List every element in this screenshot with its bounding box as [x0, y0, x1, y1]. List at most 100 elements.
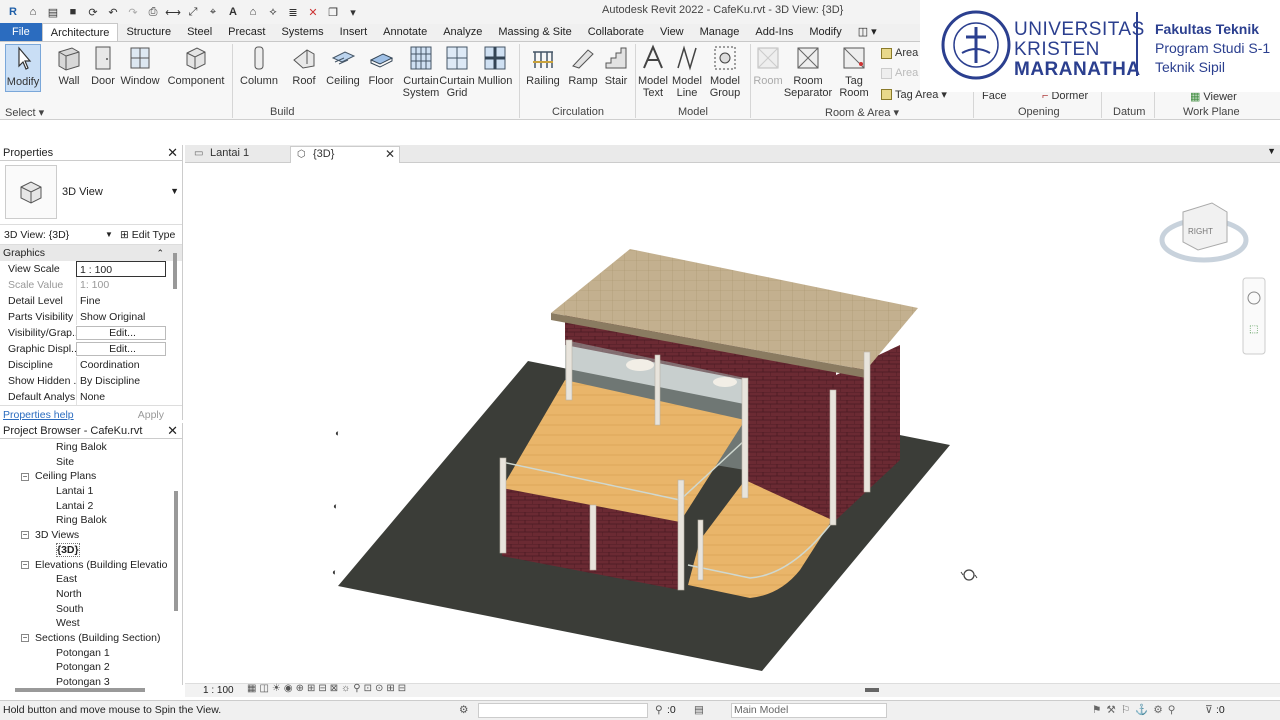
- tag-icon[interactable]: ⌖: [204, 4, 222, 20]
- tab-steel[interactable]: Steel: [179, 23, 220, 41]
- viewcube[interactable]: RIGHT: [1159, 202, 1249, 263]
- collapse-icon[interactable]: −: [21, 531, 29, 540]
- curtain-grid-tool-button[interactable]: Curtain Grid: [439, 44, 475, 99]
- stair-tool-button[interactable]: Stair: [603, 44, 629, 87]
- dimension-icon[interactable]: ⤢: [184, 4, 202, 20]
- collapse-icon[interactable]: −: [21, 634, 29, 643]
- tab-lantai-1[interactable]: ▭ Lantai 1: [188, 146, 288, 163]
- property-value[interactable]: Edit...: [76, 342, 166, 356]
- roof-tool-button[interactable]: Roof: [290, 44, 318, 87]
- workset-dropdown[interactable]: [478, 703, 648, 718]
- tab-view[interactable]: View: [652, 23, 692, 41]
- section-icon[interactable]: ⟡: [264, 4, 282, 20]
- ribbon-options-icon[interactable]: ◫ ▾: [850, 23, 885, 41]
- model-line-tool-button[interactable]: Model Line: [671, 44, 703, 99]
- railing-tool-button[interactable]: Railing: [526, 44, 560, 87]
- tab-add-ins[interactable]: Add-Ins: [747, 23, 801, 41]
- sync-icon[interactable]: ⟳: [84, 4, 102, 20]
- modify-tool-button[interactable]: Modify: [5, 44, 41, 92]
- tag-room-tool-button[interactable]: Tag Room: [839, 44, 869, 99]
- tab-massing-site[interactable]: Massing & Site: [490, 23, 579, 41]
- navigation-bar[interactable]: ⬚: [1242, 277, 1266, 355]
- property-value[interactable]: By Discipline: [76, 373, 166, 389]
- design-option-dropdown[interactable]: Main Model: [731, 703, 887, 718]
- browser-item[interactable]: North: [0, 587, 182, 602]
- property-value[interactable]: Coordination: [76, 357, 166, 373]
- home-icon[interactable]: ⌂: [24, 4, 42, 20]
- apply-button[interactable]: Apply: [138, 406, 164, 424]
- tab-collaborate[interactable]: Collaborate: [580, 23, 652, 41]
- wall-tool-button[interactable]: Wall: [56, 44, 82, 87]
- area-tool-button[interactable]: Area: [881, 47, 918, 59]
- area-boundary-tool-button[interactable]: Area: [881, 67, 918, 79]
- view-control-icons[interactable]: ▦◫☀◉⊕⊞⊟⊠☼⚲⊡⊙⊞⊟: [247, 683, 409, 694]
- browser-item[interactable]: West: [0, 616, 182, 631]
- tab-analyze[interactable]: Analyze: [435, 23, 490, 41]
- browser-item[interactable]: Ring Balok: [0, 440, 182, 455]
- tab-structure[interactable]: Structure: [118, 23, 179, 41]
- browser-item[interactable]: Site: [0, 455, 182, 470]
- browser-item[interactable]: − Sections (Building Section): [0, 631, 182, 646]
- room-area-group-label[interactable]: Room & Area ▾: [825, 106, 899, 119]
- horizontal-scrollbar[interactable]: [865, 688, 879, 692]
- filter-icon[interactable]: ⊽: [1205, 701, 1213, 720]
- selection-filter-icons[interactable]: ⚑⚒⚐⚓⚙⚲: [1092, 701, 1180, 720]
- browser-item[interactable]: −3D Views: [0, 528, 182, 543]
- browser-item[interactable]: East: [0, 572, 182, 587]
- collapse-icon[interactable]: −: [21, 472, 29, 481]
- model-text-tool-button[interactable]: Model Text: [637, 44, 669, 99]
- text-icon[interactable]: A: [224, 4, 242, 20]
- mullion-tool-button[interactable]: Mullion: [477, 44, 513, 87]
- browser-scrollbar[interactable]: [174, 491, 178, 611]
- window-tool-button[interactable]: Window: [120, 44, 160, 87]
- properties-help-link[interactable]: Properties help: [3, 406, 74, 424]
- property-value[interactable]: Fine: [76, 293, 166, 309]
- tab-manage[interactable]: Manage: [692, 23, 748, 41]
- selector-dropdown-icon[interactable]: ▼: [105, 225, 113, 245]
- floor-tool-button[interactable]: Floor: [366, 44, 396, 87]
- customize-qat-icon[interactable]: ▾: [344, 4, 362, 20]
- model-group-tool-button[interactable]: Model Group: [708, 44, 742, 99]
- edit-type-button[interactable]: ⊞ Edit Type: [120, 225, 175, 245]
- switch-windows-icon[interactable]: ❐: [324, 4, 342, 20]
- collapse-icon[interactable]: −: [21, 560, 29, 569]
- 3d-view-icon[interactable]: ⌂: [244, 4, 262, 20]
- undo-icon[interactable]: ↶: [104, 4, 122, 20]
- save-icon[interactable]: ■: [64, 4, 82, 20]
- component-tool-button[interactable]: Component: [168, 44, 224, 87]
- browser-item[interactable]: Lantai 1: [0, 484, 182, 499]
- room-separator-tool-button[interactable]: Room Separator: [784, 44, 832, 99]
- tab-insert[interactable]: Insert: [332, 23, 376, 41]
- browser-item[interactable]: Lantai 2: [0, 499, 182, 514]
- column-tool-button[interactable]: Column: [240, 44, 278, 87]
- properties-scrollbar[interactable]: [173, 253, 177, 289]
- redo-icon[interactable]: ↷: [124, 4, 142, 20]
- tab-modify[interactable]: Modify: [801, 23, 849, 41]
- worksharing-icon[interactable]: ⚙: [459, 701, 468, 720]
- close-hidden-icon[interactable]: ✕: [304, 4, 322, 20]
- close-tab-icon[interactable]: ✕: [385, 147, 395, 162]
- select-group-label[interactable]: Select ▾: [5, 106, 44, 119]
- browser-item[interactable]: South: [0, 602, 182, 617]
- instance-selector[interactable]: 3D View: {3D}: [4, 225, 69, 245]
- close-icon[interactable]: ✕: [167, 423, 178, 439]
- browser-item[interactable]: − Elevations (Building Elevatio: [0, 558, 182, 573]
- browser-item[interactable]: − Ceiling Plans: [0, 469, 182, 484]
- property-value[interactable]: 1 : 100: [76, 261, 166, 277]
- tab-file[interactable]: File: [0, 23, 42, 41]
- type-selector[interactable]: 3D View ▼: [0, 161, 182, 225]
- close-icon[interactable]: ✕: [167, 145, 178, 161]
- editable-only-icon[interactable]: ⚲: [655, 701, 663, 720]
- tab-3d[interactable]: ⬡ {3D} ✕: [290, 146, 400, 163]
- curtain-system-tool-button[interactable]: Curtain System: [403, 44, 439, 99]
- browser-item[interactable]: Ring Balok: [0, 513, 182, 528]
- graphics-section-header[interactable]: Graphics ⌃: [0, 245, 182, 261]
- door-tool-button[interactable]: Door: [91, 44, 115, 87]
- tab-overflow-icon[interactable]: ▼: [1267, 146, 1276, 156]
- view-scale[interactable]: 1 : 100: [203, 685, 234, 696]
- property-value[interactable]: Show Original: [76, 309, 166, 325]
- browser-item[interactable]: Potongan 1: [0, 646, 182, 661]
- property-value[interactable]: 1: 100: [76, 277, 166, 293]
- tab-precast[interactable]: Precast: [220, 23, 273, 41]
- design-options-icon[interactable]: ▤: [694, 701, 704, 720]
